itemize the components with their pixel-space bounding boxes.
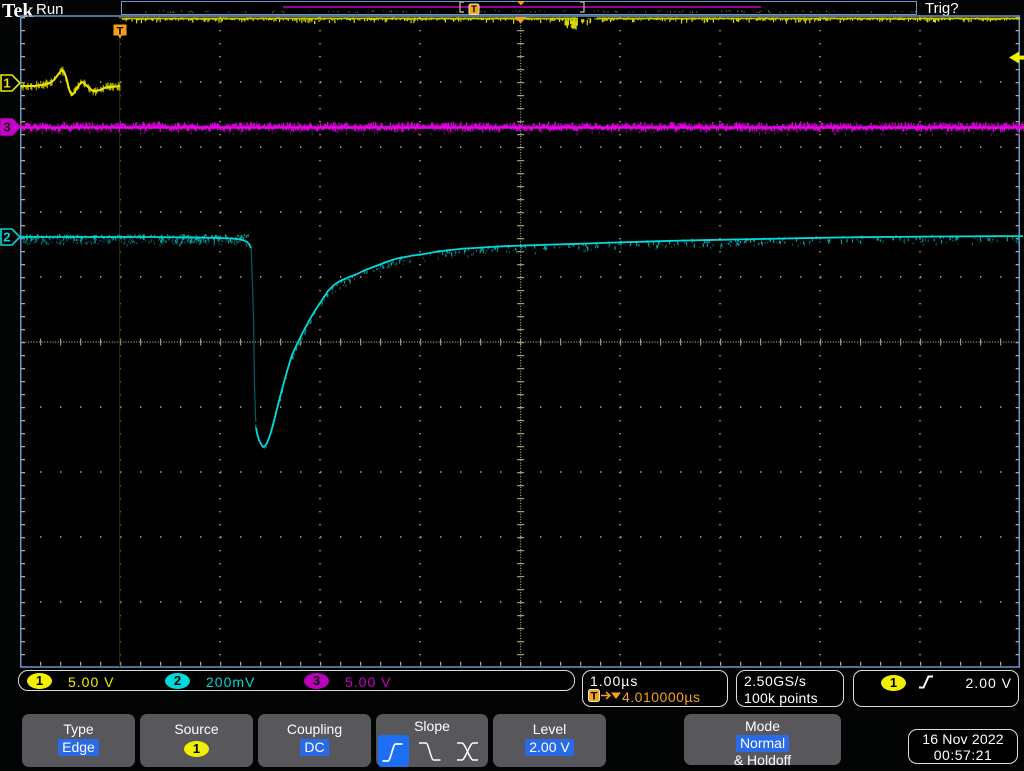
svg-text:T: T — [117, 26, 124, 38]
svg-text:T: T — [471, 4, 477, 14]
svg-text:1: 1 — [3, 76, 10, 91]
svg-text:T: T — [591, 691, 598, 703]
svg-text:2: 2 — [3, 230, 10, 245]
svg-text:3: 3 — [3, 120, 10, 135]
